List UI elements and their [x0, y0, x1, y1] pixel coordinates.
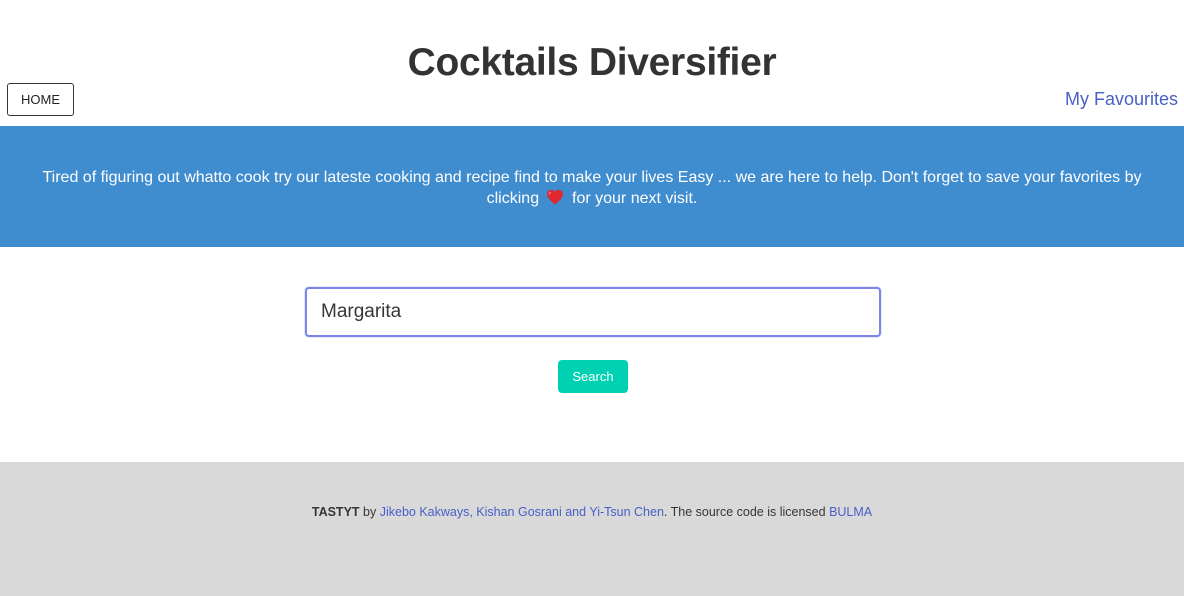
search-button[interactable]: Search: [558, 360, 628, 393]
authors-link[interactable]: Jikebo Kakways, Kishan Gosrani and Yi-Ts…: [380, 505, 664, 519]
page-title: Cocktails Diversifier: [407, 41, 777, 84]
page-header: Cocktails Diversifier HOME My Favourites: [0, 0, 1184, 126]
intro-banner: Tired of figuring out whatto cook try ou…: [0, 126, 1184, 247]
footer-text: TASTYT by Jikebo Kakways, Kishan Gosrani…: [0, 505, 1184, 519]
search-input[interactable]: [305, 287, 881, 337]
my-favourites-link[interactable]: My Favourites: [1065, 88, 1178, 110]
banner-text-end: for your next visit.: [572, 190, 698, 207]
bulma-link[interactable]: BULMA: [829, 505, 872, 519]
footer-license-text: . The source code is licensed: [663, 505, 826, 519]
footer-brand: TASTYT: [311, 505, 360, 519]
heart-icon: [546, 189, 563, 205]
home-button[interactable]: HOME: [7, 83, 74, 116]
page-footer: TASTYT by Jikebo Kakways, Kishan Gosrani…: [0, 462, 1184, 596]
footer-by: by: [363, 505, 377, 519]
